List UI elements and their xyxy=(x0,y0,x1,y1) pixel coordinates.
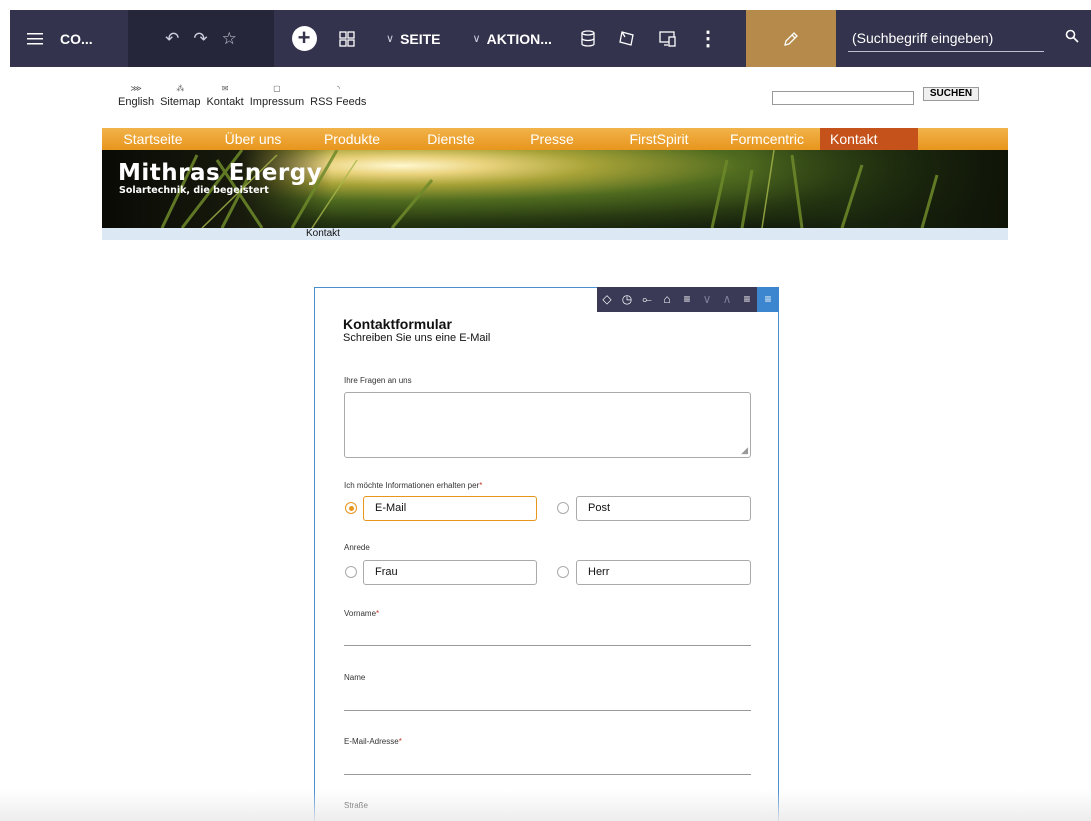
add-icon: + xyxy=(291,26,317,51)
contact-form-panel: ◇ ◷ ⟜ ⌂ ≡ ∨ ∧ ≡ ≡ Kontaktformular Schrei… xyxy=(314,287,779,821)
edit-mode-button[interactable] xyxy=(745,10,836,67)
radio-post[interactable] xyxy=(557,502,569,514)
document-icon: ▢ xyxy=(273,84,281,93)
email-label: E-Mail-Adresse* xyxy=(344,737,402,746)
option-post[interactable]: Post xyxy=(576,496,751,521)
more-icon[interactable]: ⋮ xyxy=(688,10,728,67)
add-section-icon[interactable]: ≡ xyxy=(737,287,757,312)
street-label: Straße xyxy=(344,801,369,810)
delete-icon[interactable]: ⌂ xyxy=(657,287,677,312)
nav-item-presse[interactable]: Presse xyxy=(500,128,604,150)
pencil-icon xyxy=(784,31,798,46)
email-label-text: E-Mail-Adresse xyxy=(344,737,399,746)
main-nav: Startseite Über uns Produkte Dienste Pre… xyxy=(102,128,1008,150)
name-label: Name xyxy=(344,673,366,682)
language-icon: ⋙ xyxy=(130,84,142,93)
nav-item-startseite[interactable]: Startseite xyxy=(102,128,204,150)
required-mark: * xyxy=(376,609,380,618)
nav-item-formcentric[interactable]: Formcentric xyxy=(714,128,820,150)
firstname-label: Vorname* xyxy=(344,609,379,618)
devices-icon[interactable] xyxy=(648,10,688,67)
action-dropdown-label: AKTION... xyxy=(486,30,552,47)
sitemap-icon: ⁂ xyxy=(176,84,185,93)
questions-textarea[interactable]: ◢ xyxy=(344,392,751,458)
nav-item-produkte[interactable]: Produkte xyxy=(302,128,402,150)
firstname-label-text: Vorname xyxy=(344,609,377,618)
site-search: SUCHEN xyxy=(772,87,979,105)
salutation-radio-group: Frau Herr xyxy=(344,560,751,585)
meta-link-sitemap[interactable]: ⁂ Sitemap xyxy=(160,84,200,108)
project-title[interactable]: CO... xyxy=(60,10,128,67)
database-icon[interactable] xyxy=(568,10,608,67)
chevron-down-icon: ∨ xyxy=(386,33,395,45)
history-group: ↶ ↷ ☆ xyxy=(128,10,274,67)
site-tagline: Solartechnik, die begeistert xyxy=(119,185,269,196)
site-search-button[interactable]: SUCHEN xyxy=(923,87,979,101)
editor-toolbar: CO... ↶ ↷ ☆ + ∨ SEITE ∨ AKTION... ⋮ xyxy=(10,10,1091,67)
rss-icon: ◝ xyxy=(336,84,340,93)
breadcrumb: Kontakt xyxy=(102,228,1008,240)
menu-icon[interactable] xyxy=(10,10,60,67)
info-label: Ich möchte Informationen erhalten per* xyxy=(344,481,482,490)
move-icon[interactable]: ◇ xyxy=(597,287,617,312)
page-dropdown[interactable]: ∨ SEITE xyxy=(370,10,457,67)
section-list-icon[interactable]: ≡ xyxy=(757,287,779,312)
meta-links: ⋙ English ⁂ Sitemap ✉ Kontakt ▢ Impressu… xyxy=(118,84,366,108)
meta-link-label: English xyxy=(118,96,155,108)
redo-icon[interactable]: ↷ xyxy=(193,29,207,49)
nav-item-dienste[interactable]: Dienste xyxy=(402,128,500,150)
form-title: Kontaktformular xyxy=(343,316,452,332)
firstname-input[interactable] xyxy=(344,645,751,646)
required-mark: * xyxy=(479,481,483,490)
option-herr[interactable]: Herr xyxy=(576,560,751,585)
breadcrumb-item[interactable]: Kontakt xyxy=(306,228,340,239)
meta-link-kontakt[interactable]: ✉ Kontakt xyxy=(206,84,243,108)
nav-item-ueber-uns[interactable]: Über uns xyxy=(204,128,302,150)
meta-link-label: RSS Feeds xyxy=(310,96,367,108)
meta-link-label: Sitemap xyxy=(160,96,201,108)
salutation-label: Anrede xyxy=(344,543,370,552)
site-search-input[interactable] xyxy=(772,90,914,105)
section-toolbar: ◇ ◷ ⟜ ⌂ ≡ ∨ ∧ ≡ ≡ xyxy=(597,287,779,312)
search-input[interactable] xyxy=(847,24,1044,52)
meta-link-label: Kontakt xyxy=(206,96,244,108)
radio-frau[interactable] xyxy=(345,566,357,578)
radio-herr[interactable] xyxy=(557,566,569,578)
nav-item-firstspirit[interactable]: FirstSpirit xyxy=(604,128,714,150)
action-dropdown[interactable]: ∨ AKTION... xyxy=(457,10,568,67)
site-brand[interactable]: Mithras Energy xyxy=(118,160,322,186)
toolbar-search xyxy=(836,10,1091,67)
star-icon[interactable]: ☆ xyxy=(222,29,237,49)
chevron-down-icon: ∨ xyxy=(472,33,481,45)
resize-handle-icon[interactable]: ◢ xyxy=(741,445,748,456)
questions-label: Ihre Fragen an uns xyxy=(344,376,412,385)
email-input[interactable] xyxy=(344,774,751,775)
move-up-icon[interactable]: ∧ xyxy=(717,287,737,312)
option-email[interactable]: E-Mail xyxy=(363,496,537,521)
radio-email[interactable] xyxy=(345,502,357,514)
history-icon[interactable]: ◷ xyxy=(617,287,637,312)
add-button[interactable]: + xyxy=(284,10,324,67)
meta-link-label: Impressum xyxy=(249,96,305,108)
info-radio-group: E-Mail Post xyxy=(344,496,751,521)
name-input[interactable] xyxy=(344,710,751,711)
release-icon[interactable] xyxy=(608,10,648,67)
form-subtitle: Schreiben Sie uns eine E-Mail xyxy=(343,332,491,344)
undo-icon[interactable]: ↶ xyxy=(165,29,179,49)
option-frau[interactable]: Frau xyxy=(363,560,537,585)
meta-link-rss[interactable]: ◝ RSS Feeds xyxy=(310,84,366,108)
insert-icon[interactable]: ≡ xyxy=(677,287,697,312)
required-mark: * xyxy=(398,737,402,746)
page-dropdown-label: SEITE xyxy=(400,30,441,47)
mail-icon: ✉ xyxy=(221,84,229,93)
nav-item-kontakt[interactable]: Kontakt xyxy=(820,128,918,150)
workflow-icon[interactable]: ⟜ xyxy=(637,287,657,312)
meta-link-impressum[interactable]: ▢ Impressum xyxy=(250,84,304,108)
search-icon[interactable] xyxy=(1065,29,1079,47)
header-banner: Mithras Energy Solartechnik, die begeist… xyxy=(102,150,1008,228)
grid-icon[interactable] xyxy=(324,10,370,67)
move-down-icon[interactable]: ∨ xyxy=(697,287,717,312)
meta-link-english[interactable]: ⋙ English xyxy=(118,84,154,108)
info-label-text: Ich möchte Informationen erhalten per xyxy=(344,481,480,490)
